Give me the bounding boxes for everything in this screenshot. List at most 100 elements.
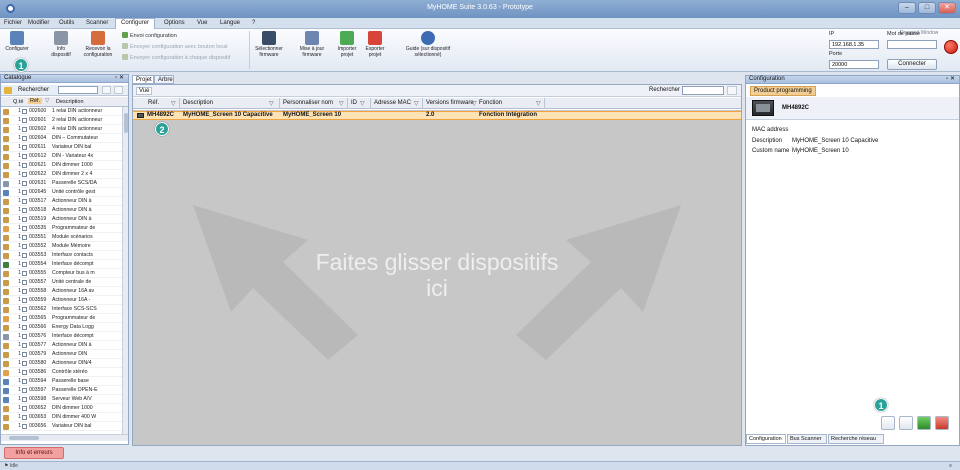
info-dispositif-button[interactable]: Info dispositif [48, 31, 74, 58]
list-item[interactable]: 1 003652 DIN dimmer 1000 [1, 405, 122, 413]
col-firmware[interactable]: Versions firmware [426, 100, 474, 106]
list-item[interactable]: 1 003554 Interface décompt [1, 261, 122, 269]
catalogue-horizontal-scrollbar[interactable] [1, 434, 128, 441]
list-item[interactable]: 1 002645 Unité contrôle gest [1, 189, 122, 197]
col-mac[interactable]: Adresse MAC [374, 100, 411, 106]
col-function[interactable]: Fonction [479, 100, 502, 106]
item-qty[interactable]: 1 [14, 243, 21, 250]
item-checkbox[interactable] [22, 154, 27, 159]
list-item[interactable]: 1 003598 Serveur Web A/V [1, 396, 122, 404]
item-checkbox[interactable] [22, 289, 27, 294]
item-checkbox[interactable] [22, 397, 27, 402]
list-item[interactable]: 1 003517 Actionneur DIN à [1, 198, 122, 206]
item-checkbox[interactable] [22, 334, 27, 339]
ip-input[interactable] [829, 40, 879, 49]
filter-icon[interactable]: ▽ [414, 100, 419, 107]
item-checkbox[interactable] [22, 361, 27, 366]
col-description[interactable]: Description [56, 99, 84, 105]
item-checkbox[interactable] [22, 244, 27, 249]
list-item[interactable]: 1 003597 Passerelle OPEN-E [1, 387, 122, 395]
item-qty[interactable]: 1 [14, 405, 21, 412]
scroll-thumb[interactable] [9, 436, 39, 440]
tab-recherche-reseau[interactable]: Recherche réseau [828, 434, 884, 444]
item-qty[interactable]: 1 [14, 180, 21, 187]
list-item[interactable]: 1 002602 4 relai DIN actionneur [1, 126, 122, 134]
item-qty[interactable]: 1 [14, 288, 21, 295]
filter-icon[interactable]: ▽ [472, 100, 477, 107]
item-qty[interactable]: 1 [14, 414, 21, 421]
list-item[interactable]: 1 003558 Actionneur 16A av [1, 288, 122, 296]
item-checkbox[interactable] [22, 163, 27, 168]
list-item[interactable]: 1 002621 DIN dimmer 1000 [1, 162, 122, 170]
item-qty[interactable]: 1 [14, 153, 21, 160]
item-qty[interactable]: 1 [14, 324, 21, 331]
list-item[interactable]: 1 003551 Module scénarios [1, 234, 122, 242]
project-search-clear-icon[interactable] [727, 86, 737, 95]
list-item[interactable]: 1 003579 Actionneur DIN [1, 351, 122, 359]
list-item[interactable]: 1 003552 Module Mémoire [1, 243, 122, 251]
list-item[interactable]: 1 002611 Variateur DIN bal [1, 144, 122, 152]
password-input[interactable] [887, 40, 937, 49]
cancel-icon[interactable] [935, 416, 949, 430]
list-item[interactable]: 1 002622 DIN dimmer 2 x 4 [1, 171, 122, 179]
filter-icon[interactable]: ▽ [536, 100, 541, 107]
list-item[interactable]: 1 003576 Interface décompt [1, 333, 122, 341]
list-item[interactable]: 1 003557 Unité centrale de [1, 279, 122, 287]
port-input[interactable] [829, 60, 879, 69]
item-checkbox[interactable] [22, 136, 27, 141]
list-item[interactable]: 1 003580 Actionneur DIN/4 [1, 360, 122, 368]
configuration-controls[interactable]: ▫ ✕ [946, 76, 955, 83]
catalogue-clear-icon[interactable] [102, 86, 111, 94]
item-checkbox[interactable] [22, 109, 27, 114]
item-checkbox[interactable] [22, 271, 27, 276]
item-qty[interactable]: 1 [14, 162, 21, 169]
item-checkbox[interactable] [22, 217, 27, 222]
item-qty[interactable]: 1 [14, 135, 21, 142]
filter-icon[interactable]: ▽ [45, 98, 49, 104]
list-item[interactable]: 1 003518 Actionneur DIN à [1, 207, 122, 215]
scroll-thumb[interactable] [124, 113, 128, 133]
item-qty[interactable]: 1 [14, 378, 21, 385]
item-checkbox[interactable] [22, 172, 27, 177]
envoi-configuration-button[interactable]: Envoi configuration [122, 32, 177, 39]
item-checkbox[interactable] [22, 280, 27, 285]
filter-icon[interactable]: ▽ [339, 100, 344, 107]
menu-modifier[interactable]: Modifier [28, 20, 49, 26]
col-description[interactable]: Description [183, 100, 213, 106]
item-qty[interactable]: 1 [14, 351, 21, 358]
item-qty[interactable]: 1 [14, 261, 21, 268]
item-checkbox[interactable] [22, 307, 27, 312]
item-qty[interactable]: 1 [14, 315, 21, 322]
tab-arbre[interactable]: Arbre [154, 75, 174, 84]
item-qty[interactable]: 1 [14, 234, 21, 241]
apply-icon[interactable] [917, 416, 931, 430]
filter-icon[interactable]: ▽ [171, 100, 176, 107]
info-errors-button[interactable]: Info et erreurs [4, 447, 64, 459]
item-checkbox[interactable] [22, 352, 27, 357]
item-qty[interactable]: 1 [14, 126, 21, 133]
catalogue-controls[interactable]: ▫ ✕ [115, 75, 124, 82]
item-qty[interactable]: 1 [14, 144, 21, 151]
tab-product-programming[interactable]: Product programming [750, 86, 816, 96]
list-item[interactable]: 1 002612 DIN - Variateur 4x [1, 153, 122, 161]
item-qty[interactable]: 1 [14, 216, 21, 223]
item-checkbox[interactable] [22, 253, 27, 258]
selectionner-firmware-button[interactable]: Sélectionner firmware [252, 31, 286, 58]
item-qty[interactable]: 1 [14, 171, 21, 178]
maximize-button[interactable]: □ [918, 2, 936, 14]
item-checkbox[interactable] [22, 406, 27, 411]
item-qty[interactable]: 1 [14, 360, 21, 367]
item-checkbox[interactable] [22, 316, 27, 321]
list-item[interactable]: 1 002631 Passerelle SCS/DA [1, 180, 122, 188]
item-checkbox[interactable] [22, 190, 27, 195]
item-qty[interactable]: 1 [14, 108, 21, 115]
item-checkbox[interactable] [22, 388, 27, 393]
list-item[interactable]: 1 003594 Passerelle base [1, 378, 122, 386]
list-item[interactable]: 1 003535 Programmateur de [1, 225, 122, 233]
menu-scanner[interactable]: Scanner [86, 20, 108, 26]
item-checkbox[interactable] [22, 424, 27, 429]
list-item[interactable]: 1 002604 DIN – Commutateur [1, 135, 122, 143]
exporter-projet-button[interactable]: Exporter projet [362, 31, 388, 58]
item-checkbox[interactable] [22, 208, 27, 213]
item-checkbox[interactable] [22, 127, 27, 132]
